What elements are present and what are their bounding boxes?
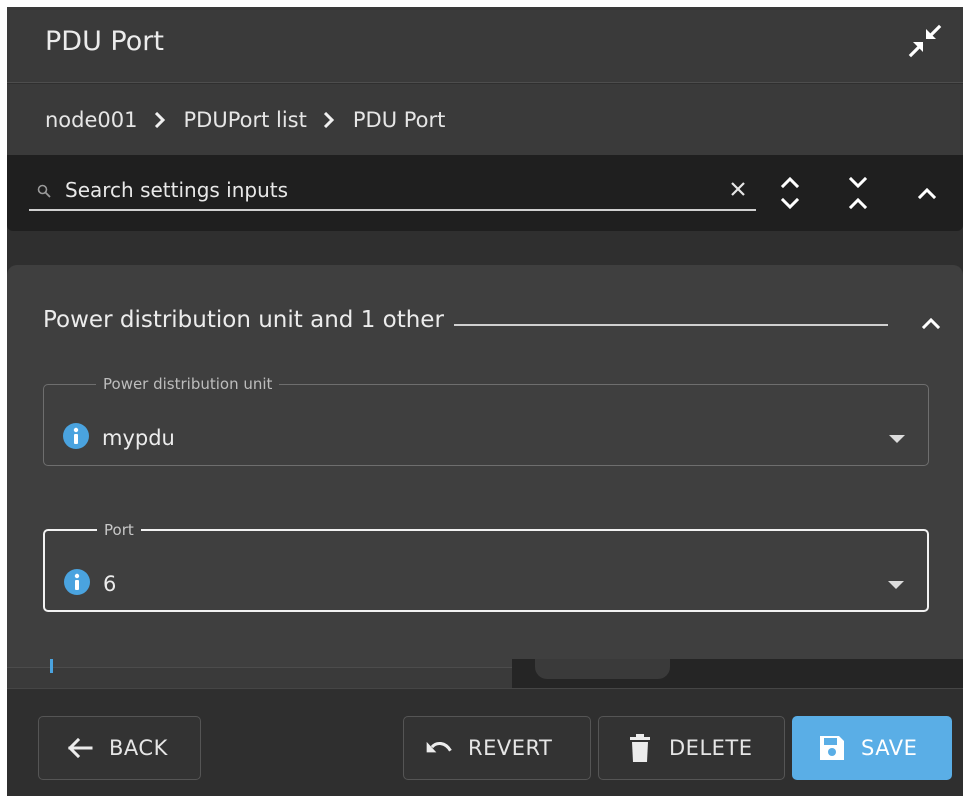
chevron-up-icon[interactable]: [913, 305, 949, 341]
panel-title: PDU Port: [45, 26, 164, 57]
section-divider: [454, 324, 888, 326]
settings-section: Power distribution unit and 1 other Powe…: [7, 265, 963, 667]
section-title: Power distribution unit and 1 other: [43, 307, 444, 333]
search-field: [29, 169, 756, 211]
close-icon[interactable]: [728, 179, 748, 199]
panel-header: PDU Port: [7, 7, 963, 83]
chevron-right-icon: [323, 111, 337, 128]
save-button-label: SAVE: [861, 736, 918, 760]
back-button[interactable]: BACK: [38, 716, 201, 780]
dropdown-caret-icon: [888, 430, 906, 443]
port-select[interactable]: Port 6: [43, 522, 929, 612]
collapse-icon[interactable]: [907, 23, 943, 59]
info-icon[interactable]: [63, 568, 91, 596]
pdu-field-value: mypdu: [102, 426, 175, 450]
breadcrumb: node001 PDUPort list PDU Port: [7, 84, 963, 155]
search-input[interactable]: [65, 175, 705, 205]
dropdown-caret-icon: [887, 576, 905, 589]
save-icon: [817, 733, 847, 763]
action-footer: BACK REVERT DELETE SAVE: [7, 688, 963, 796]
breadcrumb-list[interactable]: PDUPort list: [184, 108, 307, 132]
undo-icon: [424, 733, 454, 763]
pdu-select[interactable]: Power distribution unit mypdu: [43, 376, 929, 466]
arrow-left-icon: [65, 733, 95, 763]
expand-all-icon[interactable]: [772, 175, 808, 211]
pdu-port-panel: PDU Port node001 PDUPort list PDU Port S…: [7, 7, 963, 796]
revert-button-label: REVERT: [468, 736, 553, 760]
breadcrumb-node[interactable]: node001: [45, 108, 138, 132]
back-button-label: BACK: [109, 736, 168, 760]
delete-button-label: DELETE: [669, 736, 753, 760]
chevron-up-icon[interactable]: [909, 175, 945, 211]
search-icon: [37, 183, 51, 198]
trash-icon: [625, 733, 655, 763]
search-bar: [7, 155, 963, 231]
port-field-value: 6: [103, 572, 117, 596]
port-field-label: Port: [104, 521, 134, 539]
delete-button[interactable]: DELETE: [598, 716, 785, 780]
revert-button[interactable]: REVERT: [403, 716, 591, 780]
save-button[interactable]: SAVE: [792, 716, 952, 780]
breadcrumb-current: PDU Port: [352, 107, 446, 132]
chevron-right-icon: [154, 111, 168, 128]
lower-panel-tab: [535, 659, 670, 679]
info-icon[interactable]: [62, 422, 90, 450]
collapse-all-icon[interactable]: [840, 175, 876, 211]
scroll-indicator: [50, 659, 53, 673]
pdu-field-label: Power distribution unit: [103, 375, 273, 393]
